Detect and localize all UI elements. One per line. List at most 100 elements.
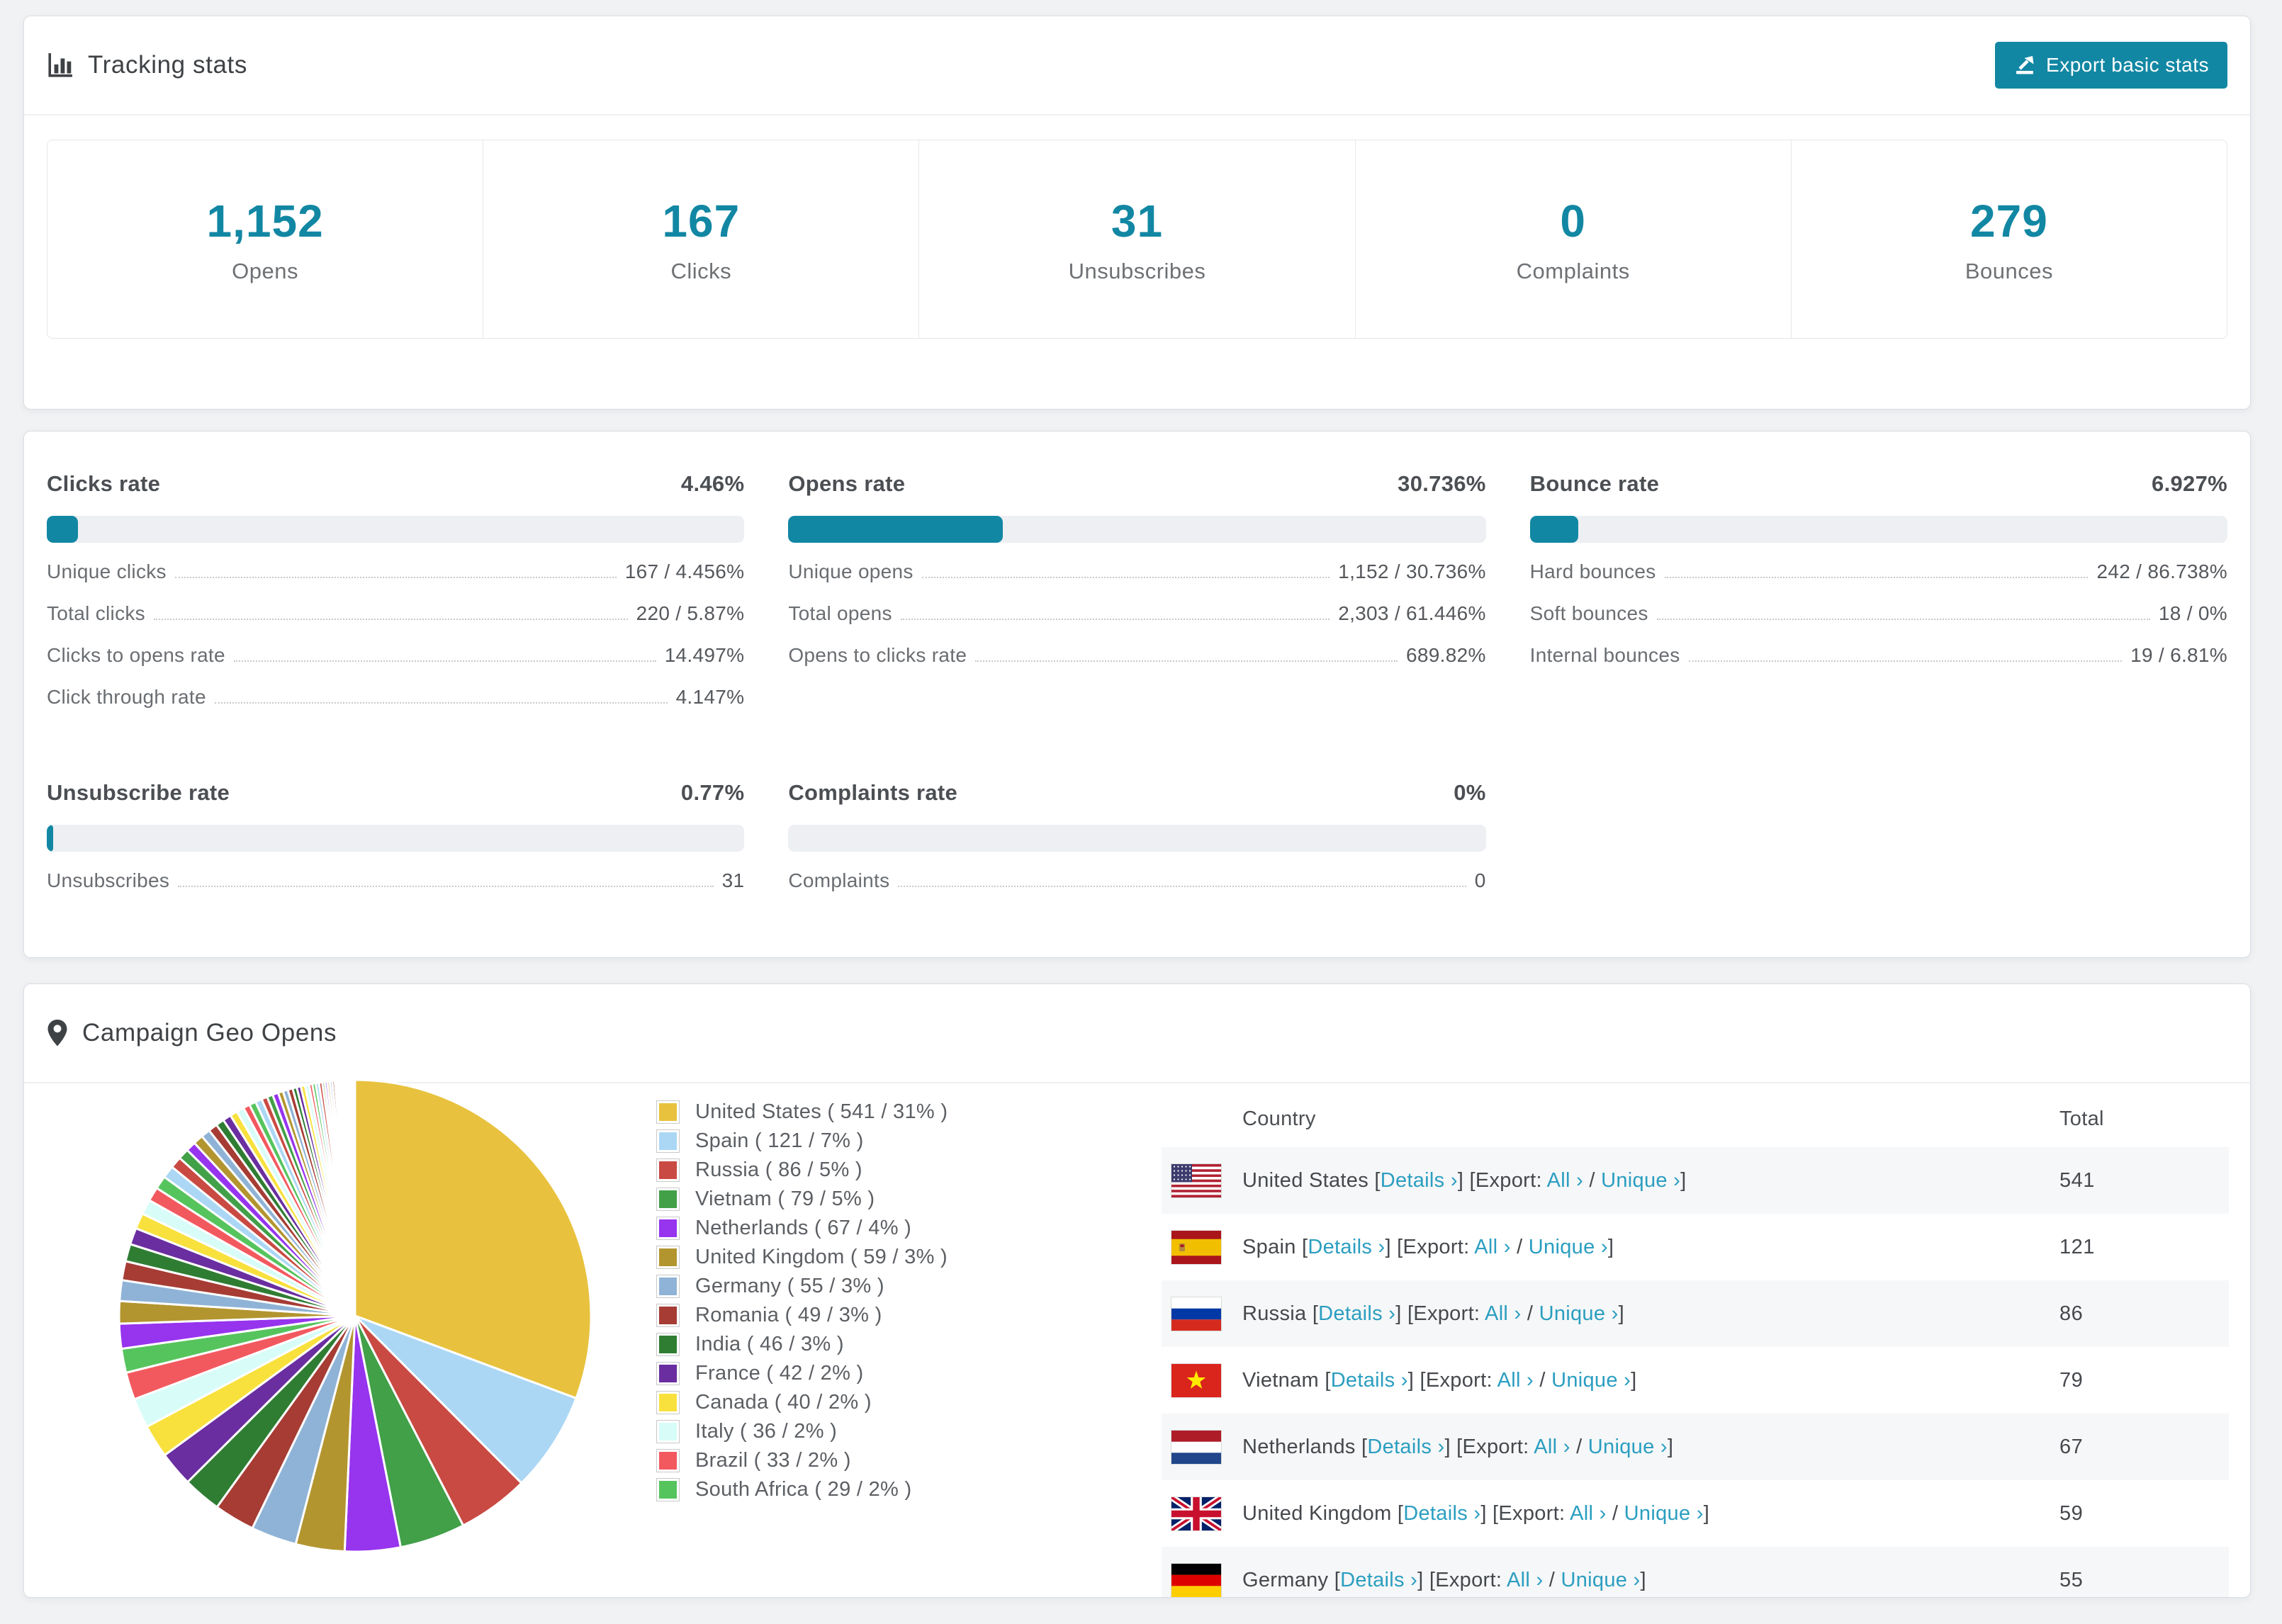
rate-row: Soft bounces 18 / 0% (1530, 602, 2227, 644)
rate-row-label: Soft bounces (1529, 602, 1648, 624)
rate-row-label: Unsubscribes (47, 869, 170, 891)
bracket: ] (1607, 1235, 1614, 1258)
summary-value: 31 (1111, 195, 1164, 247)
legend-label: Brazil ( 33 / 2% ) (695, 1449, 851, 1472)
export-icon (2013, 54, 2036, 77)
total-value: 55 (2059, 1568, 2084, 1591)
country-cell: United States [Details ›] [Export: All ›… (1242, 1169, 2059, 1192)
export-all-link[interactable]: All › (1474, 1236, 1510, 1258)
legend-item[interactable]: Canada ( 40 / 2% ) (656, 1388, 948, 1417)
export-basic-stats-button[interactable]: Export basic stats (1995, 42, 2227, 89)
details-link[interactable]: Details › (1331, 1369, 1408, 1392)
country-flag-vn (1171, 1363, 1221, 1397)
export-all-link[interactable]: All › (1547, 1169, 1583, 1192)
rate-value: 0.77% (680, 780, 745, 805)
bracket: [ (1312, 1302, 1319, 1325)
geo-pie-chart[interactable] (107, 1068, 603, 1564)
rates-card: Clicks rate 4.46% Unique clicks 167 / 4.456… (23, 431, 2251, 958)
summary-label: Complaints (1516, 258, 1630, 283)
legend-label: United Kingdom ( 59 / 3% ) (695, 1246, 948, 1268)
export-unique-link[interactable]: Unique › (1551, 1369, 1631, 1392)
details-link[interactable]: Details › (1340, 1569, 1417, 1591)
legend-item[interactable]: Vietnam ( 79 / 5% ) (656, 1185, 948, 1214)
rate-row-value: 0 (1474, 869, 1486, 891)
export-unique-link[interactable]: Unique › (1539, 1302, 1619, 1325)
export-unique-link[interactable]: Unique › (1624, 1502, 1704, 1525)
export-all-link[interactable]: All › (1497, 1369, 1534, 1392)
rate-row-label: Click through rate (47, 686, 206, 708)
rate-row-value: 220 / 5.87% (636, 602, 745, 624)
legend-swatch (656, 1188, 680, 1211)
export-unique-link[interactable]: Unique › (1601, 1169, 1680, 1192)
legend-item[interactable]: United Kingdom ( 59 / 3% ) (656, 1243, 948, 1272)
rate-value: 0% (1454, 780, 1486, 805)
legend-label: Romania ( 49 / 3% ) (695, 1304, 882, 1326)
pie-legend: United States ( 541 / 31% ) Spain ( 121 /… (656, 1098, 948, 1504)
legend-label: France ( 42 / 2% ) (695, 1362, 864, 1385)
legend-item[interactable]: India ( 46 / 3% ) (656, 1330, 948, 1359)
rate-row: Unsubscribes 31 (47, 869, 744, 911)
legend-item[interactable]: Romania ( 49 / 3% ) (656, 1301, 948, 1330)
legend-label: Russia ( 86 / 5% ) (695, 1158, 862, 1181)
geo-table: Country Total United States [Details ›] … (1162, 1090, 2229, 1597)
rate-block-clicks: Clicks rate 4.46% Unique clicks 167 / 4.456… (47, 471, 745, 728)
legend-swatch (656, 1449, 680, 1472)
legend-swatch (656, 1362, 680, 1385)
rate-block-bounce: Bounce rate 6.927% Hard bounces 242 / 86.73… (1529, 471, 2227, 728)
details-link[interactable]: Details › (1403, 1502, 1480, 1525)
rate-row: Hard bounces 242 / 86.738% (1530, 560, 2227, 602)
geo-table-body: United States [Details ›] [Export: All ›… (1162, 1147, 2229, 1597)
legend-item[interactable]: France ( 42 / 2% ) (656, 1359, 948, 1388)
export-unique-link[interactable]: Unique › (1561, 1569, 1640, 1591)
details-link[interactable]: Details › (1308, 1236, 1385, 1258)
legend-item[interactable]: Russia ( 86 / 5% ) (656, 1156, 948, 1185)
export-button-label: Export basic stats (2046, 54, 2209, 76)
details-link[interactable]: Details › (1381, 1169, 1458, 1192)
rate-row-value: 31 (721, 869, 745, 891)
pie-slice[interactable] (353, 1078, 356, 1316)
legend-item[interactable]: Italy ( 36 / 2% ) (656, 1417, 948, 1446)
bar-chart-icon (47, 52, 74, 79)
legend-swatch (656, 1420, 680, 1443)
summary-cell-opens: 1,152 Opens (47, 140, 484, 338)
bracket: ] (1395, 1302, 1407, 1325)
export-all-link[interactable]: All › (1485, 1302, 1521, 1325)
export-all-link[interactable]: All › (1570, 1502, 1606, 1525)
bracket: ] (1640, 1568, 1646, 1591)
rate-title: Opens rate (788, 471, 906, 496)
separator: / (1606, 1501, 1624, 1525)
dotted-leader (233, 660, 656, 662)
legend-item[interactable]: Brazil ( 33 / 2% ) (656, 1446, 948, 1475)
geo-table-header: Country Total (1162, 1090, 2229, 1147)
details-link[interactable]: Details › (1318, 1302, 1395, 1325)
country-cell: Germany [Details ›] [Export: All › / Uni… (1242, 1569, 2059, 1592)
export-unique-link[interactable]: Unique › (1529, 1236, 1608, 1258)
export-all-link[interactable]: All › (1534, 1436, 1570, 1458)
legend-item[interactable]: South Africa ( 29 / 2% ) (656, 1475, 948, 1504)
total-value: 86 (2059, 1302, 2084, 1325)
legend-item[interactable]: United States ( 541 / 31% ) (656, 1098, 948, 1127)
details-link[interactable]: Details › (1367, 1436, 1444, 1458)
rate-row-label: Internal bounces (1529, 644, 1680, 666)
progress-bar (788, 825, 1486, 852)
rate-row-label: Hard bounces (1529, 560, 1656, 582)
column-header-country: Country (1242, 1107, 1316, 1130)
export-label: [Export: (1493, 1501, 1570, 1525)
rate-row-label: Unique clicks (47, 560, 167, 582)
legend-item[interactable]: Spain ( 121 / 7% ) (656, 1127, 948, 1156)
export-label: [Export: (1397, 1235, 1475, 1258)
progress-bar (788, 516, 1486, 543)
legend-item[interactable]: Germany ( 55 / 3% ) (656, 1272, 948, 1301)
rate-row-value: 18 / 0% (2158, 602, 2227, 624)
country-name: Netherlands (1242, 1435, 1356, 1458)
export-unique-link[interactable]: Unique › (1588, 1436, 1668, 1458)
dotted-leader (178, 886, 714, 887)
export-all-link[interactable]: All › (1507, 1569, 1543, 1591)
progress-bar (47, 825, 745, 852)
rate-rows: Unique clicks 167 / 4.456% Total clicks 220… (47, 560, 744, 728)
bracket: [ (1334, 1568, 1341, 1591)
separator: / (1543, 1568, 1561, 1591)
total-value: 79 (2059, 1368, 2084, 1392)
rate-row: Complaints 0 (788, 869, 1485, 911)
legend-item[interactable]: Netherlands ( 67 / 4% ) (656, 1214, 948, 1243)
